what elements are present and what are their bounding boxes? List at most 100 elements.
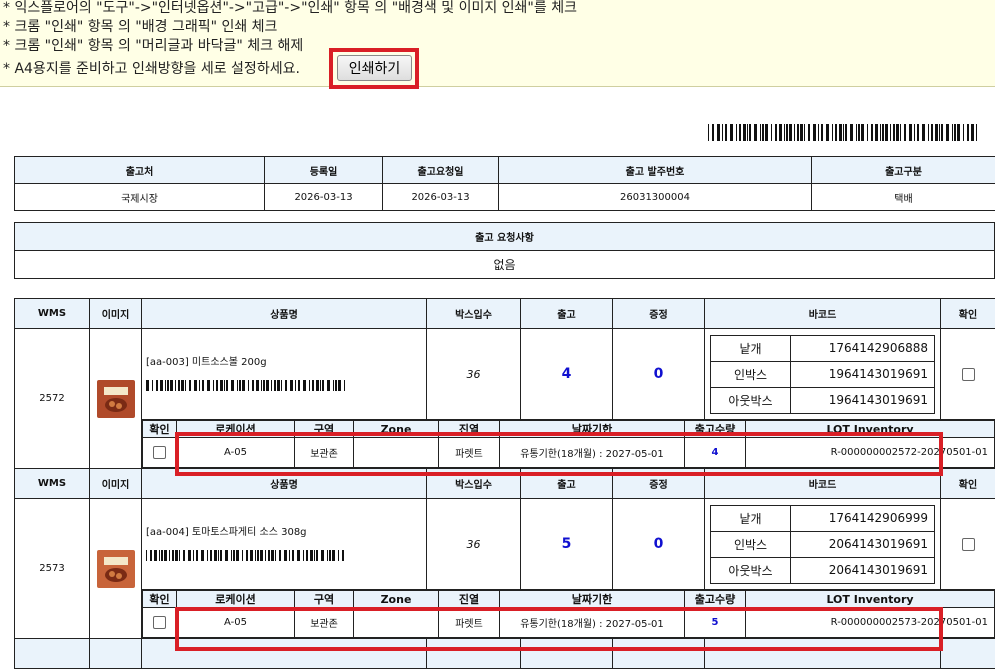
barcode-label: 낱개 [711,505,791,531]
location-display: 파렛트 [439,608,500,638]
location-zone [354,438,439,468]
location-header-display: 진열 [439,421,500,438]
order-header-destination: 출고처 [15,157,265,184]
location-lot: R-000000002572-20270501-01 [746,438,995,468]
product-thumbnail [97,550,135,588]
location-confirm-cell [143,438,177,468]
location-header-location: 로케이션 [177,421,295,438]
instruction-line-1: * 익스플로어의 "도구"->"인터넷옵션"->"고급"->"인쇄" 항목 의 … [3,0,577,17]
item-header-confirm: 확인 [941,469,995,499]
order-type: 택배 [812,184,995,211]
location-header-lot: LOT Inventory [746,421,995,438]
location-header-location: 로케이션 [177,591,295,608]
item-header-wms: WMS [15,469,90,499]
items-table: WMS이미지상품명박스입수출고증정바코드확인2572[aa-003] 미트소스볼… [14,298,995,669]
item-header-image: 이미지 [90,469,142,499]
location-qty: 4 [685,438,746,468]
item-confirm-cell [941,499,995,590]
order-request-date: 2026-03-13 [383,184,499,211]
location-expiry: 유통기한(18개월) : 2027-05-01 [500,608,685,638]
print-button[interactable]: 인쇄하기 [337,55,412,81]
item-confirm-cell [941,329,995,420]
location-qty: 5 [685,608,746,638]
item-header-next [613,639,705,669]
item-header-next [427,639,521,669]
order-number: 26031300004 [499,184,812,211]
barcode-value: 2064143019691 [791,557,935,583]
item-confirm-checkbox[interactable] [962,538,975,551]
location-header-qty: 출고수량 [685,421,746,438]
item-bonus-qty: 0 [613,499,705,590]
location-location: A-05 [177,438,295,468]
location-confirm-cell [143,608,177,638]
item-header-next [521,639,613,669]
item-header-bonus-qty: 증정 [613,299,705,329]
location-header-confirm: 확인 [143,591,177,608]
item-header-product-name: 상품명 [142,299,427,329]
product-image [90,499,142,639]
location-header-qty: 출고수량 [685,591,746,608]
barcode-label: 아웃박스 [711,387,791,413]
order-header-registered: 등록일 [265,157,383,184]
barcode-label: 인박스 [711,361,791,387]
instruction-line-3: * 크롬 "인쇄" 항목 의 "머리글과 바닥글" 체크 해제 [3,38,303,55]
item-box-qty: 36 [427,329,521,420]
item-header-barcode: 바코드 [705,469,941,499]
location-header-lot: LOT Inventory [746,591,995,608]
product-image [90,329,142,469]
location-table: 확인로케이션구역Zone진열날짜기한출고수량LOT InventoryA-05보… [142,590,995,638]
location-display: 파렛트 [439,438,500,468]
location-expiry: 유통기한(18개월) : 2027-05-01 [500,438,685,468]
location-lot: R-000000002573-20270501-01 [746,608,995,638]
location-confirm-checkbox[interactable] [153,446,166,459]
location-header-confirm: 확인 [143,421,177,438]
order-barcode [708,124,978,141]
order-header-request-date: 출고요청일 [383,157,499,184]
product-name: [aa-004] 토마토스파게티 소스 308g [146,523,426,538]
product-name-cell: [aa-004] 토마토스파게티 소스 308g [142,499,427,590]
location-zone [354,608,439,638]
table-row: 2572[aa-003] 미트소스볼 200g3640낱개17641429068… [15,329,995,420]
product-package-icon [101,554,131,584]
barcode-label: 낱개 [711,335,791,361]
location-row: 확인로케이션구역Zone진열날짜기한출고수량LOT InventoryA-05보… [15,420,995,469]
order-info-table: 출고처 등록일 출고요청일 출고 발주번호 출고구분 국제시장 2026-03-… [14,156,995,211]
table-row: 2573[aa-004] 토마토스파게티 소스 308g3650낱개176414… [15,499,995,590]
barcode-value: 1764142906999 [791,505,935,531]
item-out-qty: 5 [521,499,613,590]
product-barcode [146,550,346,561]
item-header-image: 이미지 [90,299,142,329]
location-area: 보관존 [295,608,354,638]
product-thumbnail [97,380,135,418]
barcode-value: 1764142906888 [791,335,935,361]
barcode-label: 아웃박스 [711,557,791,583]
location-header-expiry: 날짜기한 [500,591,685,608]
item-wms: 2573 [15,499,90,639]
item-header-out-qty: 출고 [521,469,613,499]
barcode-table: 낱개1764142906888인박스1964143019691아웃박스19641… [710,335,935,414]
item-header-product-name: 상품명 [142,469,427,499]
request-header: 출고 요청사항 [15,223,995,251]
product-package-icon [101,384,131,414]
item-barcodes: 낱개1764142906888인박스1964143019691아웃박스19641… [705,329,941,420]
product-barcode [146,380,346,391]
request-value: 없음 [15,251,995,279]
location-row: 확인로케이션구역Zone진열날짜기한출고수량LOT InventoryA-05보… [15,590,995,639]
item-header-row-next [15,639,995,669]
item-header-box-qty: 박스입수 [427,299,521,329]
item-header-next [142,639,427,669]
item-header-box-qty: 박스입수 [427,469,521,499]
barcode-value: 1964143019691 [791,387,935,413]
location-header-zone: Zone [354,421,439,438]
item-header-confirm: 확인 [941,299,995,329]
product-name: [aa-003] 미트소스볼 200g [146,353,426,368]
item-header-wms: WMS [15,299,90,329]
location-header-area: 구역 [295,591,354,608]
item-wms: 2572 [15,329,90,469]
item-box-qty: 36 [427,499,521,590]
order-registered-date: 2026-03-13 [265,184,383,211]
item-confirm-checkbox[interactable] [962,368,975,381]
location-header-expiry: 날짜기한 [500,421,685,438]
location-header-display: 진열 [439,591,500,608]
location-confirm-checkbox[interactable] [153,616,166,629]
